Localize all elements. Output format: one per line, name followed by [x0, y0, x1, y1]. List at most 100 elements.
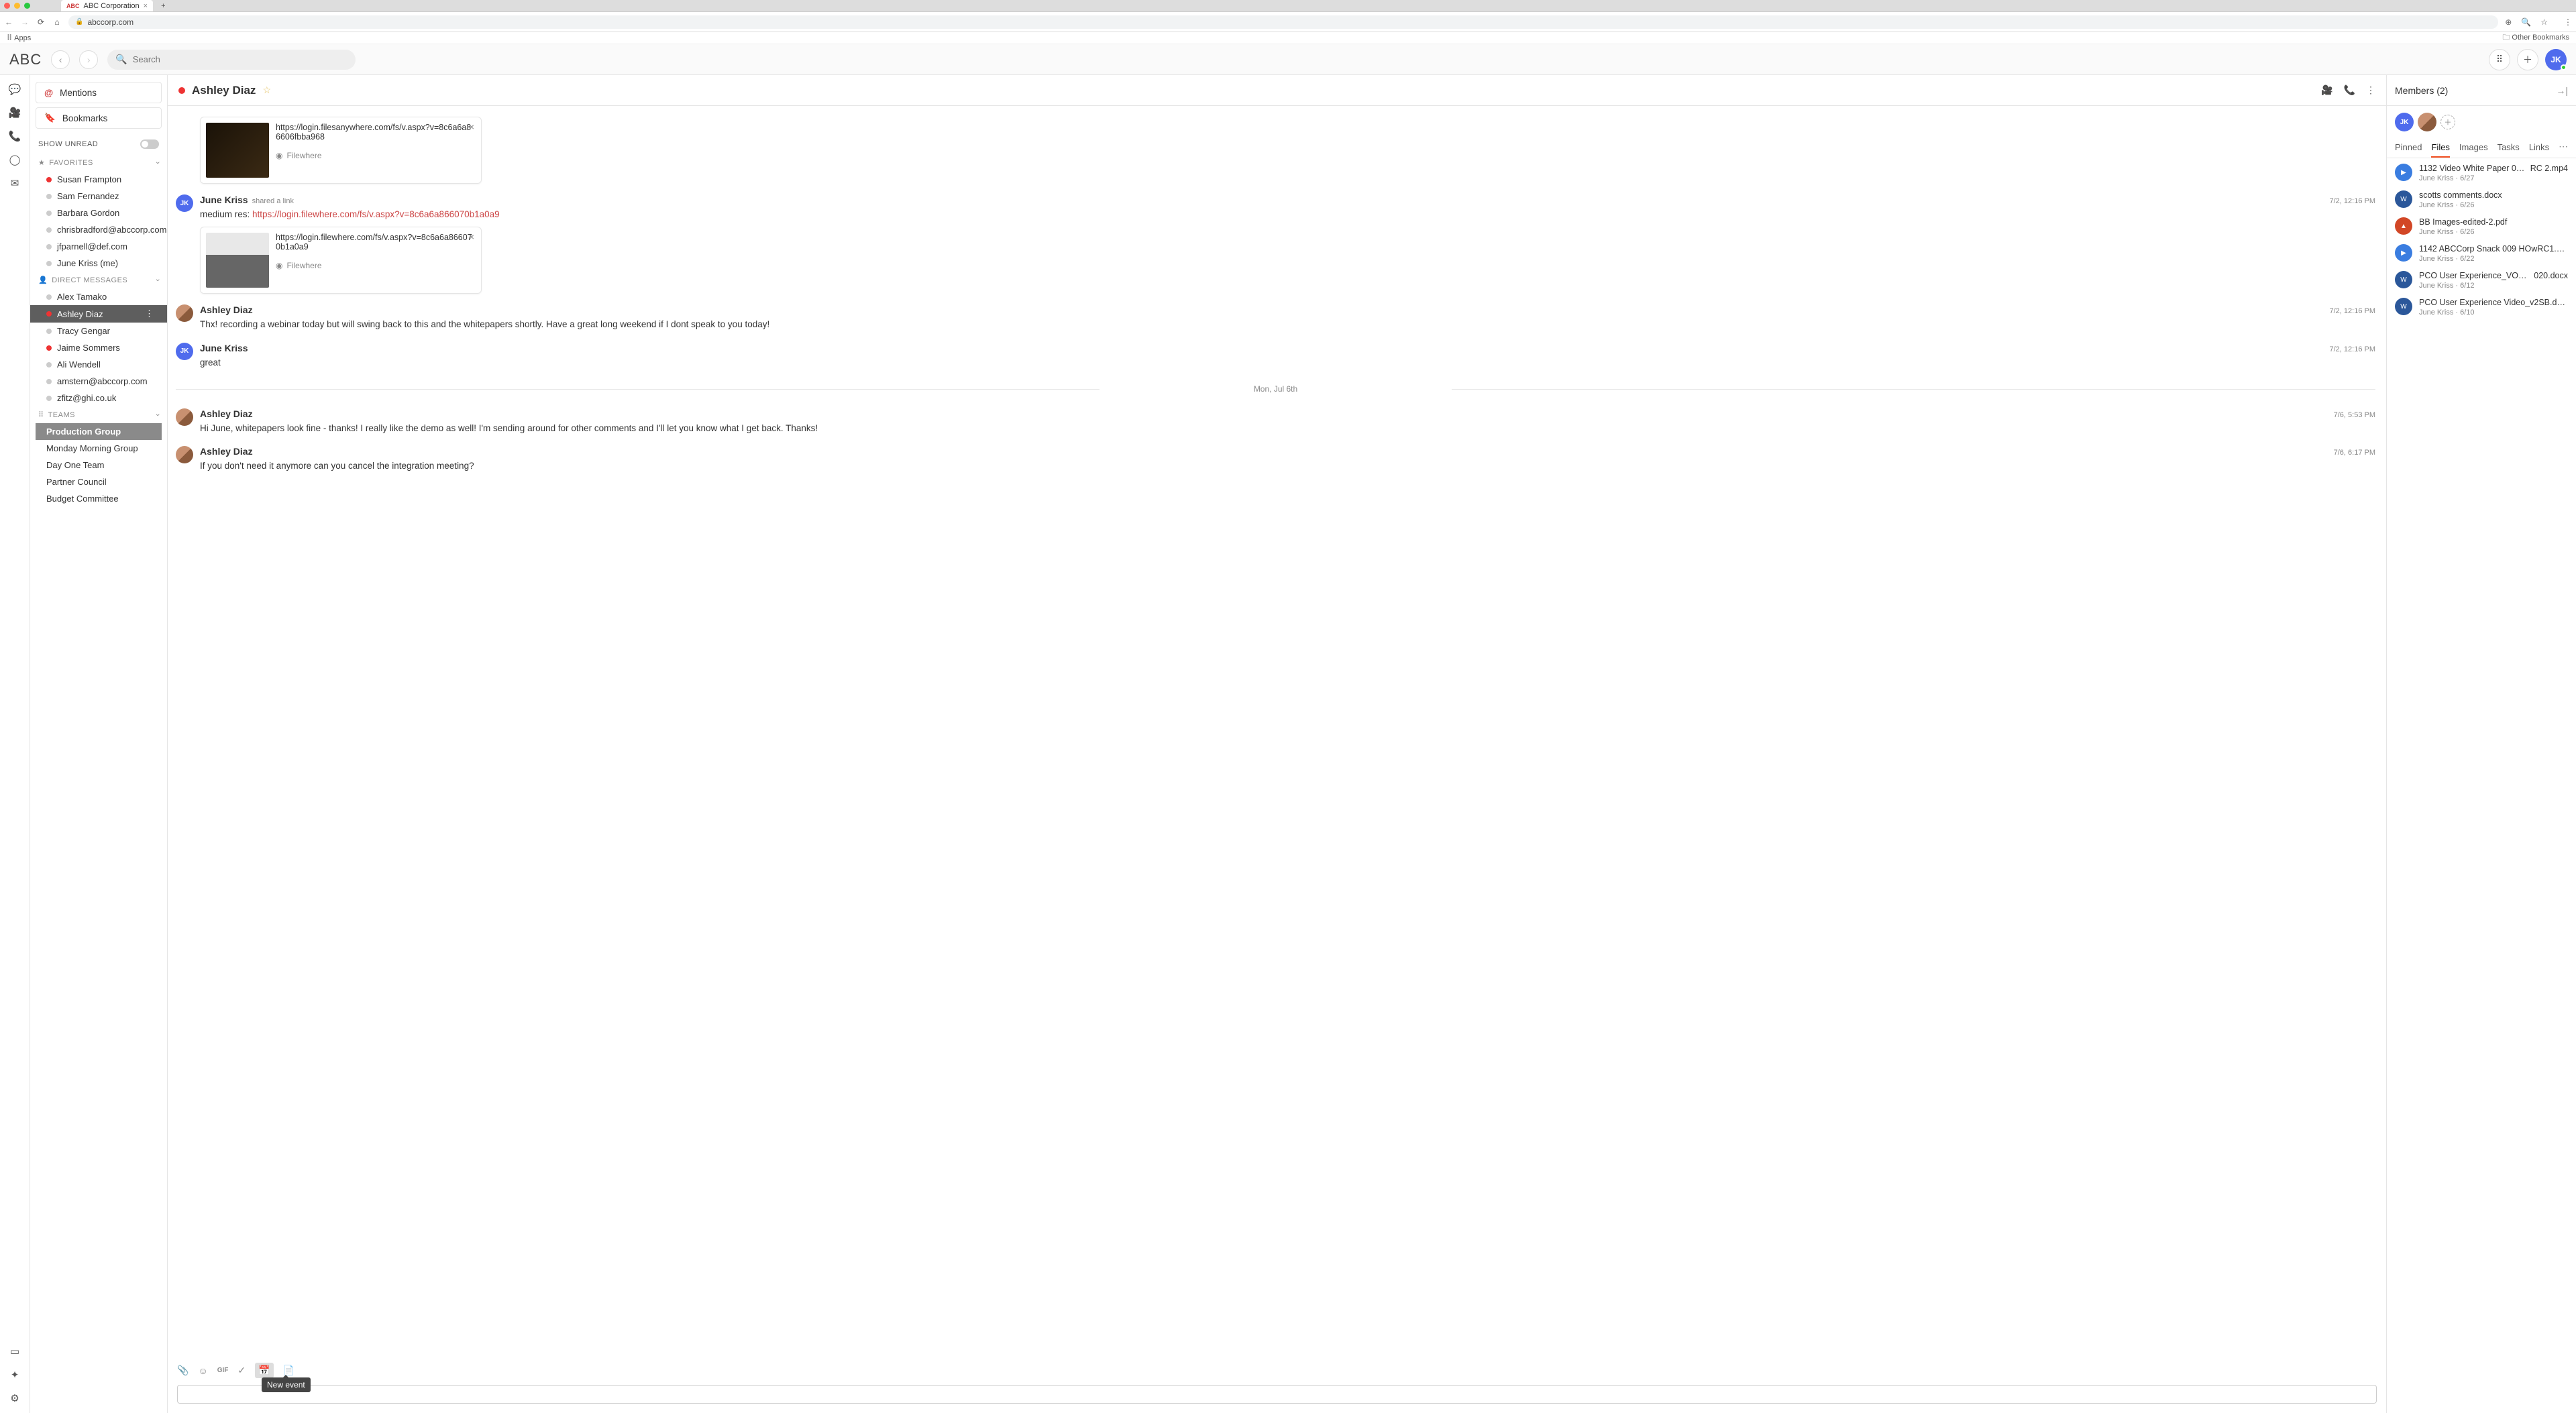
tooltip: New event [262, 1377, 311, 1392]
contact-name: Sam Fernandez [57, 191, 119, 201]
chrome-menu-icon[interactable]: ⋮ [2564, 17, 2572, 27]
sidebar-item[interactable]: Alex Tamako [30, 288, 167, 305]
panel-tab[interactable]: Files [2431, 138, 2449, 158]
rail-messages-icon[interactable]: 💬 [9, 84, 21, 95]
new-event-icon[interactable]: 📅 [255, 1363, 273, 1378]
browser-tab[interactable]: ABC ABC Corporation × [61, 0, 153, 11]
panel-tab[interactable]: Tasks [2498, 138, 2520, 158]
avatar[interactable] [176, 446, 193, 463]
rail-apps-icon[interactable]: ✦ [11, 1370, 19, 1380]
favorites-header[interactable]: ★ FAVORITES › [30, 154, 167, 171]
avatar[interactable] [176, 304, 193, 322]
sidebar-item[interactable]: Tracy Gengar [30, 323, 167, 339]
file-item[interactable]: W PCO User Experience Video_v2SB.docx Ju… [2395, 298, 2568, 317]
install-icon[interactable]: ⊕ [2505, 17, 2512, 27]
close-preview-icon[interactable]: × [469, 121, 474, 132]
teams-header[interactable]: ⠿ TEAMS › [30, 406, 167, 423]
nav-back-button[interactable]: ‹ [51, 50, 70, 69]
close-tab-icon[interactable]: × [144, 2, 148, 10]
message-time: 7/2, 12:16 PM [2330, 307, 2376, 315]
member-avatar[interactable] [2418, 113, 2436, 131]
sidebar-item[interactable]: Ashley Diaz⋮ [30, 305, 167, 323]
home-icon[interactable]: ⌂ [52, 17, 62, 27]
file-item[interactable]: ▶ 1132 Video White Paper 001 ...RC 2.mp4… [2395, 164, 2568, 182]
dialpad-button[interactable]: ⠿ [2489, 49, 2510, 70]
sidebar-team-item[interactable]: Monday Morning Group [30, 440, 167, 457]
composer: 📎 ☺ GIF ✓ 📅 📄 New event [168, 1356, 2386, 1413]
file-item[interactable]: ▶ 1142 ABCCorp Snack 009 HOwRC1.mp4 June… [2395, 244, 2568, 263]
date-divider: Mon, Jul 6th [176, 384, 2375, 394]
zoom-icon[interactable]: 🔍 [2521, 17, 2531, 27]
traffic-close[interactable] [4, 3, 10, 9]
close-preview-icon[interactable]: × [469, 231, 474, 242]
avatar[interactable]: JK [176, 343, 193, 360]
file-item[interactable]: W scotts comments.docx June Kriss · 6/26 [2395, 190, 2568, 209]
traffic-minimize[interactable] [14, 3, 20, 9]
link-preview-card[interactable]: https://login.filesanywhere.com/fs/v.asp… [200, 117, 482, 184]
sidebar-team-item[interactable]: Budget Committee [30, 490, 167, 507]
convo-menu-icon[interactable]: ⋮ [2366, 84, 2375, 96]
add-member-button[interactable]: ＋ [2440, 115, 2455, 129]
sidebar-item[interactable]: June Kriss (me) [30, 255, 167, 272]
link-preview-card[interactable]: https://login.filewhere.com/fs/v.aspx?v=… [200, 227, 482, 294]
rail-contacts-icon[interactable]: ◯ [9, 155, 21, 165]
avatar[interactable]: JK [176, 194, 193, 212]
attach-icon[interactable]: 📎 [177, 1365, 189, 1376]
sidebar-item[interactable]: jfparnell@def.com [30, 238, 167, 255]
sidebar-item[interactable]: Ali Wendell [30, 356, 167, 373]
panel-tab[interactable]: Images [2459, 138, 2488, 158]
file-item[interactable]: W PCO User Experience_VO-redo...020.docx… [2395, 271, 2568, 290]
message-feed[interactable]: https://login.filesanywhere.com/fs/v.asp… [168, 106, 2386, 1356]
rail-phone-icon[interactable]: 📞 [9, 131, 21, 142]
sidebar-item[interactable]: Jaime Sommers [30, 339, 167, 356]
dm-header[interactable]: 👤 DIRECT MESSAGES › [30, 272, 167, 288]
avatar[interactable] [176, 408, 193, 426]
global-search[interactable]: 🔍 [107, 50, 356, 70]
star-url-icon[interactable]: ☆ [2540, 17, 2548, 27]
tabs-menu-icon[interactable]: ⋯ [2559, 138, 2568, 158]
new-tab-button[interactable]: + [161, 2, 165, 10]
me-avatar[interactable]: JK [2545, 49, 2567, 70]
panel-tab[interactable]: Links [2529, 138, 2549, 158]
bookmarks-button[interactable]: 🔖 Bookmarks [36, 107, 162, 129]
apps-shortcut[interactable]: ⠿ Apps [7, 34, 31, 42]
rail-inbox-icon[interactable]: ✉ [11, 178, 19, 188]
rail-video-icon[interactable]: 🎥 [9, 108, 21, 118]
search-input[interactable] [133, 54, 348, 64]
sidebar-item[interactable]: Sam Fernandez [30, 188, 167, 205]
traffic-zoom[interactable] [24, 3, 30, 9]
task-icon[interactable]: ✓ [237, 1365, 246, 1376]
sidebar-item[interactable]: Barbara Gordon [30, 205, 167, 221]
reload-icon[interactable]: ⟳ [36, 17, 46, 27]
item-menu-icon[interactable]: ⋮ [145, 308, 154, 319]
rail-settings-icon[interactable]: ⚙ [10, 1394, 19, 1404]
sidebar-item[interactable]: amstern@abccorp.com [30, 373, 167, 390]
emoji-icon[interactable]: ☺ [198, 1365, 207, 1376]
collapse-panel-icon[interactable]: →| [2556, 85, 2568, 96]
sidebar-team-item[interactable]: Day One Team [30, 457, 167, 473]
rail-analytics-icon[interactable]: ▭ [10, 1347, 19, 1357]
sidebar-item[interactable]: chrisbradford@abccorp.com [30, 221, 167, 238]
start-call-icon[interactable]: 📞 [2344, 84, 2355, 96]
panel-tab[interactable]: Pinned [2395, 138, 2422, 158]
gif-icon[interactable]: GIF [217, 1367, 229, 1374]
favorite-star-icon[interactable]: ☆ [262, 84, 271, 96]
sidebar-item[interactable]: zfitz@ghi.co.uk [30, 390, 167, 406]
message-input[interactable] [177, 1385, 2377, 1404]
sidebar-item[interactable]: Susan Frampton [30, 171, 167, 188]
app-logo[interactable]: ABC [9, 51, 42, 68]
mentions-button[interactable]: @ Mentions [36, 82, 162, 103]
address-bar[interactable]: 🔒 abccorp.com [68, 15, 2498, 29]
sidebar-team-item[interactable]: Production Group [36, 423, 162, 440]
message-link[interactable]: https://login.filewhere.com/fs/v.aspx?v=… [252, 209, 500, 219]
sidebar-team-item[interactable]: Partner Council [30, 473, 167, 490]
new-action-button[interactable]: ＋ [2517, 49, 2538, 70]
show-unread-toggle[interactable] [140, 139, 159, 149]
back-icon[interactable]: ← [4, 17, 13, 27]
file-ext: 020.docx [2534, 271, 2568, 280]
message-time: 7/2, 12:16 PM [2330, 197, 2376, 205]
member-avatar[interactable]: JK [2395, 113, 2414, 131]
file-item[interactable]: ▲ BB Images-edited-2.pdf June Kriss · 6/… [2395, 217, 2568, 236]
start-video-icon[interactable]: 🎥 [2321, 84, 2332, 96]
other-bookmarks[interactable]: 🗀 Other Bookmarks [2502, 32, 2569, 44]
